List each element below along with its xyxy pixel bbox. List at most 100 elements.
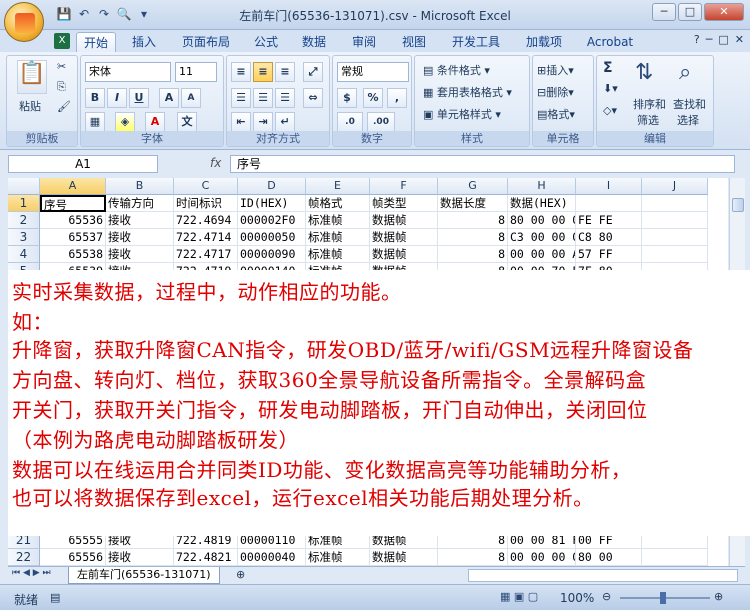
number-format-select[interactable]: 常规: [337, 62, 409, 82]
wrap-text-icon[interactable]: ↵: [275, 112, 295, 132]
column-header-d[interactable]: D: [238, 178, 306, 195]
tab-view[interactable]: 视图: [398, 32, 430, 52]
cell-a2[interactable]: 65536: [40, 212, 106, 229]
align-middle-icon[interactable]: ≡: [253, 62, 273, 82]
cell-e2[interactable]: 标准帧: [306, 212, 370, 229]
cell-f1[interactable]: 帧类型: [370, 195, 438, 212]
cell-g1[interactable]: 数据长度: [438, 195, 508, 212]
align-center-icon[interactable]: ☰: [253, 88, 273, 108]
cell-j4[interactable]: [642, 246, 708, 263]
sort-filter-icon[interactable]: ⇅: [635, 60, 653, 85]
cell-c3[interactable]: 722.4714: [174, 229, 238, 246]
delete-cells-button[interactable]: ⊟删除▾: [537, 84, 574, 100]
font-color-button[interactable]: A: [145, 112, 165, 132]
find-select-icon[interactable]: ⌕: [679, 60, 691, 85]
increase-decimal-button[interactable]: .0: [337, 112, 363, 132]
italic-button[interactable]: I: [107, 88, 127, 108]
fill-color-icon[interactable]: ◈: [115, 112, 135, 132]
cell-c4[interactable]: 722.4717: [174, 246, 238, 263]
align-left-icon[interactable]: ☰: [231, 88, 251, 108]
bold-button[interactable]: B: [85, 88, 105, 108]
cell-e3[interactable]: 标准帧: [306, 229, 370, 246]
decrease-decimal-button[interactable]: .00: [367, 112, 395, 132]
merge-center-icon[interactable]: ⇔: [303, 88, 323, 108]
cell-e1[interactable]: 帧格式: [306, 195, 370, 212]
tab-acrobat[interactable]: Acrobat: [582, 32, 638, 52]
column-header-e[interactable]: E: [306, 178, 370, 195]
cell-h2[interactable]: 80 00 00 00 00 03: [508, 212, 576, 229]
font-size-select[interactable]: 11: [175, 62, 217, 82]
office-button[interactable]: [4, 2, 44, 42]
format-painter-icon[interactable]: 🖌: [57, 100, 71, 113]
row-header-2[interactable]: 2: [8, 212, 40, 229]
fx-icon[interactable]: fx: [210, 156, 221, 170]
cell-c2[interactable]: 722.4694: [174, 212, 238, 229]
column-header-j[interactable]: J: [642, 178, 708, 195]
tab-home[interactable]: 开始: [76, 32, 116, 52]
zoom-out-icon[interactable]: ⊖: [602, 590, 611, 603]
tab-addins[interactable]: 加载项: [522, 32, 566, 52]
column-header-i[interactable]: I: [576, 178, 642, 195]
scroll-thumb[interactable]: [732, 198, 744, 212]
cell-f4[interactable]: 数据帧: [370, 246, 438, 263]
cell-a3[interactable]: 65537: [40, 229, 106, 246]
cell-d2[interactable]: 000002F0: [238, 212, 306, 229]
cell-b22[interactable]: 接收: [106, 549, 174, 566]
cell-j22[interactable]: [642, 549, 708, 566]
cell-j1[interactable]: [642, 195, 708, 212]
sort-filter-label1[interactable]: 排序和: [633, 96, 666, 112]
cell-a1[interactable]: 序号: [40, 195, 106, 212]
column-header-h[interactable]: H: [508, 178, 576, 195]
cell-a22[interactable]: 65556: [40, 549, 106, 566]
cell-d1[interactable]: ID(HEX): [238, 195, 306, 212]
cell-i22[interactable]: 80 00: [576, 549, 642, 566]
cell-h3[interactable]: C3 00 00 00 00 C8: [508, 229, 576, 246]
sheet-tab[interactable]: 左前车门(65536-131071): [68, 567, 220, 584]
cell-i3[interactable]: C8 80: [576, 229, 642, 246]
close-button[interactable]: ✕: [704, 3, 744, 21]
format-cells-button[interactable]: ▤格式▾: [537, 106, 575, 122]
tab-formulas[interactable]: 公式: [250, 32, 282, 52]
cell-d4[interactable]: 00000090: [238, 246, 306, 263]
column-header-g[interactable]: G: [438, 178, 508, 195]
select-all-corner[interactable]: [8, 178, 40, 195]
sheet-nav-icons[interactable]: ⏮ ◀ ▶ ⏭: [12, 568, 51, 578]
zoom-slider-thumb[interactable]: [660, 592, 666, 604]
tab-insert[interactable]: 插入: [126, 32, 162, 52]
cell-e22[interactable]: 标准帧: [306, 549, 370, 566]
cell-g2[interactable]: 8: [438, 212, 508, 229]
cell-f2[interactable]: 数据帧: [370, 212, 438, 229]
minimize-button[interactable]: ─: [652, 3, 676, 21]
paste-button[interactable]: 粘贴: [19, 98, 41, 114]
maximize-button[interactable]: □: [678, 3, 702, 21]
cell-g3[interactable]: 8: [438, 229, 508, 246]
align-top-icon[interactable]: ≡: [231, 62, 251, 82]
cell-styles-button[interactable]: ▣ 单元格样式 ▾: [423, 106, 501, 122]
sort-filter-label2[interactable]: 筛选: [637, 112, 659, 128]
cell-h4[interactable]: 00 00 00 A9 00 00: [508, 246, 576, 263]
cell-e4[interactable]: 标准帧: [306, 246, 370, 263]
column-header-b[interactable]: B: [106, 178, 174, 195]
copy-icon[interactable]: ⎘: [57, 80, 66, 94]
zoom-in-icon[interactable]: ⊕: [714, 590, 723, 603]
conditional-formatting-button[interactable]: ▤ 条件格式 ▾: [423, 62, 490, 78]
borders-icon[interactable]: ▦: [85, 112, 105, 132]
paste-icon[interactable]: 📋: [17, 60, 47, 94]
ribbon-restore-icon[interactable]: □: [718, 33, 728, 46]
name-box[interactable]: A1: [8, 155, 158, 173]
row-header-22[interactable]: 22: [8, 549, 40, 566]
cell-f3[interactable]: 数据帧: [370, 229, 438, 246]
insert-cells-button[interactable]: ⊞插入▾: [537, 62, 574, 78]
cell-f22[interactable]: 数据帧: [370, 549, 438, 566]
phonetic-button[interactable]: 文: [177, 112, 197, 132]
row-header-3[interactable]: 3: [8, 229, 40, 246]
row-header-4[interactable]: 4: [8, 246, 40, 263]
autosum-button[interactable]: Σ: [603, 60, 613, 76]
find-select-label2[interactable]: 选择: [677, 112, 699, 128]
column-header-f[interactable]: F: [370, 178, 438, 195]
cell-h1[interactable]: 数据(HEX): [508, 195, 576, 212]
comma-button[interactable]: ,: [387, 88, 407, 108]
cell-i1[interactable]: [576, 195, 642, 212]
cell-i2[interactable]: FE FE: [576, 212, 642, 229]
column-header-a[interactable]: A: [40, 178, 106, 195]
